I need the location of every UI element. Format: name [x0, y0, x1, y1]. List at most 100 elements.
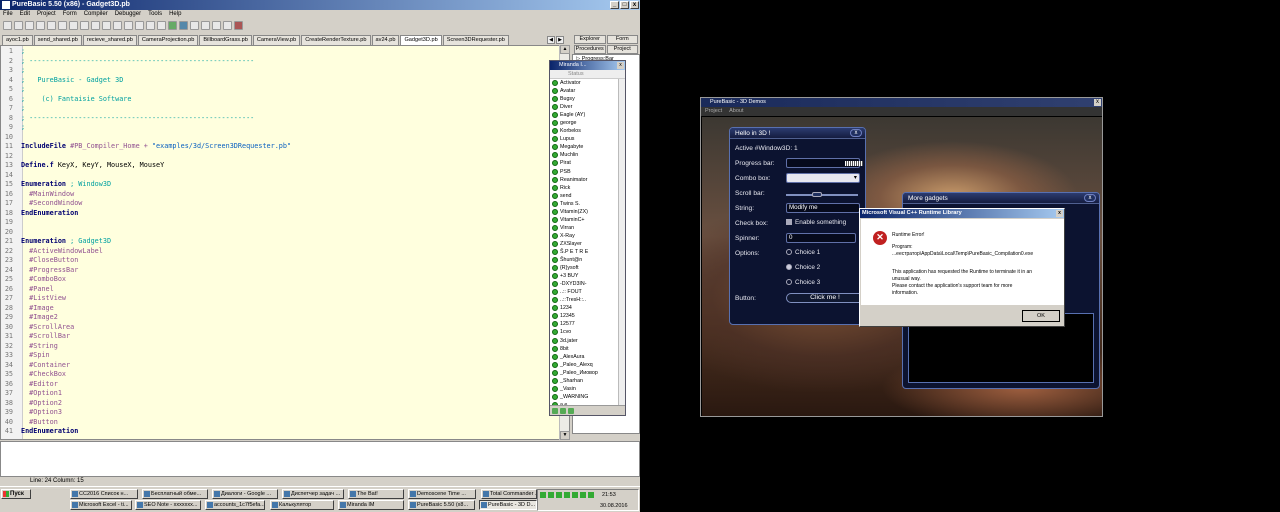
- clock-date[interactable]: 30.08.2016: [600, 503, 628, 509]
- tab-send-shared[interactable]: send_shared.pb: [33, 35, 82, 45]
- contact-item[interactable]: ..:: FOUT: [550, 288, 625, 296]
- code-line[interactable]: 2 ; -------------------------------------…: [1, 57, 561, 67]
- step-out-icon[interactable]: [223, 21, 232, 30]
- code-line[interactable]: 9;: [1, 123, 561, 133]
- code-line[interactable]: 14: [1, 171, 561, 181]
- code-line[interactable]: 11 IncludeFile #PB_Compiler_Home + "examp…: [1, 142, 561, 152]
- contact-item[interactable]: Diver: [550, 103, 625, 111]
- code-line[interactable]: 10: [1, 133, 561, 143]
- tab-camera-projection[interactable]: CameraProjection.pb: [137, 35, 199, 45]
- cut-icon[interactable]: [58, 21, 67, 30]
- scroll-up-icon[interactable]: ▲: [560, 45, 570, 54]
- panel-tab-project[interactable]: Project: [606, 45, 638, 54]
- enable-checkbox[interactable]: Enable something: [786, 219, 846, 226]
- contact-item[interactable]: _AlexAura: [550, 353, 625, 361]
- code-line[interactable]: 17 #SecondWindow: [1, 199, 561, 209]
- stop-icon[interactable]: [190, 21, 199, 30]
- debug-run-icon[interactable]: [179, 21, 188, 30]
- contact-item[interactable]: 1cvo: [550, 328, 625, 336]
- options-icon[interactable]: [568, 408, 574, 414]
- copy-icon[interactable]: [69, 21, 78, 30]
- contact-list-scrollbar[interactable]: [618, 79, 625, 407]
- uncomment-icon[interactable]: [102, 21, 111, 30]
- code-line[interactable]: 5;: [1, 85, 561, 95]
- replace-icon[interactable]: [157, 21, 166, 30]
- tray-app-icon[interactable]: [572, 492, 578, 498]
- contact-item[interactable]: Avatar: [550, 87, 625, 95]
- contact-item[interactable]: X-Ray: [550, 232, 625, 240]
- contact-item[interactable]: Šhunt@n: [550, 256, 625, 264]
- contact-item[interactable]: Eagle (AY): [550, 111, 625, 119]
- contact-item[interactable]: Korbelos: [550, 127, 625, 135]
- code-line[interactable]: 37 #Option1: [1, 389, 561, 399]
- string-field[interactable]: Modify me: [786, 203, 860, 213]
- code-line[interactable]: 13 Define.f KeyX, KeyY, MouseX, MouseY: [1, 161, 561, 171]
- taskbar-button[interactable]: PureBasic 5.50 (x8...: [408, 500, 475, 510]
- code-line[interactable]: 4 ; PureBasic - Gadget 3D: [1, 76, 561, 86]
- close-icon[interactable]: x: [630, 1, 639, 9]
- contact-item[interactable]: Reanimator: [550, 176, 625, 184]
- option-choice-1[interactable]: Choice 1: [786, 249, 820, 256]
- code-line[interactable]: 28 #Image: [1, 304, 561, 314]
- hello-title-bar[interactable]: Hello in 3D ! x: [730, 128, 865, 139]
- code-line[interactable]: 18 EndEnumeration: [1, 209, 561, 219]
- code-line[interactable]: 40 #Button: [1, 418, 561, 428]
- tray-app-icon[interactable]: [580, 492, 586, 498]
- taskbar-button[interactable]: Total Commander ...: [481, 489, 537, 499]
- code-line[interactable]: 34 #Container: [1, 361, 561, 371]
- code-line[interactable]: 24 #ProgressBar: [1, 266, 561, 276]
- panel-tab-procedures[interactable]: Procedures: [574, 45, 606, 54]
- contact-item[interactable]: 1234: [550, 304, 625, 312]
- tab-ayoc1[interactable]: ayoc1.pb: [2, 35, 33, 45]
- error-title-bar[interactable]: Microsoft Visual C++ Runtime Library x: [860, 209, 1064, 218]
- code-line[interactable]: 39 #Option3: [1, 408, 561, 418]
- menu-tools[interactable]: Tools: [148, 10, 162, 19]
- contact-item[interactable]: 3d.jater: [550, 337, 625, 345]
- status-icon[interactable]: [560, 408, 566, 414]
- code-line[interactable]: 21 Enumeration ; Gadget3D: [1, 237, 561, 247]
- menu-file[interactable]: File: [3, 10, 13, 19]
- minimize-icon[interactable]: _: [610, 1, 619, 9]
- contact-item[interactable]: Pirat: [550, 159, 625, 167]
- find-icon[interactable]: [146, 21, 155, 30]
- code-line[interactable]: 27 #ListView: [1, 294, 561, 304]
- contact-item[interactable]: _WARNING: [550, 393, 625, 401]
- menu-about[interactable]: About: [729, 107, 743, 116]
- contact-item[interactable]: 8bit: [550, 345, 625, 353]
- close-icon[interactable]: x: [1094, 99, 1101, 106]
- tab-camera-view[interactable]: CameraView.pb: [252, 35, 301, 45]
- code-line[interactable]: 15 Enumeration ; Window3D: [1, 180, 561, 190]
- code-line[interactable]: 25 #ComboBox: [1, 275, 561, 285]
- option-choice-3[interactable]: Choice 3: [786, 279, 820, 286]
- tab-gadget3d[interactable]: Gadget3D.pb: [400, 35, 442, 45]
- contact-item[interactable]: -DXYD3IN-: [550, 280, 625, 288]
- maximize-icon[interactable]: □: [620, 1, 629, 9]
- contact-item[interactable]: _Paleo_Alexq: [550, 361, 625, 369]
- contact-item[interactable]: george: [550, 119, 625, 127]
- close-icon[interactable]: x: [617, 62, 624, 69]
- code-line[interactable]: 33 #Spin: [1, 351, 561, 361]
- code-line[interactable]: 31 #ScrollBar: [1, 332, 561, 342]
- code-line[interactable]: 1;: [1, 47, 561, 57]
- taskbar-button[interactable]: Demoscene Time ...: [408, 489, 476, 499]
- menu-project[interactable]: Project: [705, 107, 722, 116]
- miranda-status[interactable]: Status: [550, 70, 625, 79]
- save-all-icon[interactable]: [36, 21, 45, 30]
- code-line[interactable]: 26 #Panel: [1, 285, 561, 295]
- taskbar-button[interactable]: The Bat!: [348, 489, 404, 499]
- taskbar-button[interactable]: Бесплатный обме...: [142, 489, 208, 499]
- code-line[interactable]: 12: [1, 152, 561, 162]
- menu-project[interactable]: Project: [37, 10, 56, 19]
- combo-box[interactable]: ▾: [786, 173, 860, 183]
- contact-item[interactable]: Twins S.: [550, 200, 625, 208]
- scroll-thumb[interactable]: [812, 192, 822, 197]
- indent-icon[interactable]: [113, 21, 122, 30]
- tab-av24[interactable]: av24.pb: [371, 35, 400, 45]
- contact-item[interactable]: 12345: [550, 312, 625, 320]
- scroll-bar[interactable]: [730, 190, 865, 198]
- contact-item[interactable]: Virran: [550, 224, 625, 232]
- open-file-icon[interactable]: [14, 21, 23, 30]
- tray-app-icon[interactable]: [540, 492, 546, 498]
- tray-app-icon[interactable]: [564, 492, 570, 498]
- tab-left-arrow-icon[interactable]: ◀: [547, 36, 555, 44]
